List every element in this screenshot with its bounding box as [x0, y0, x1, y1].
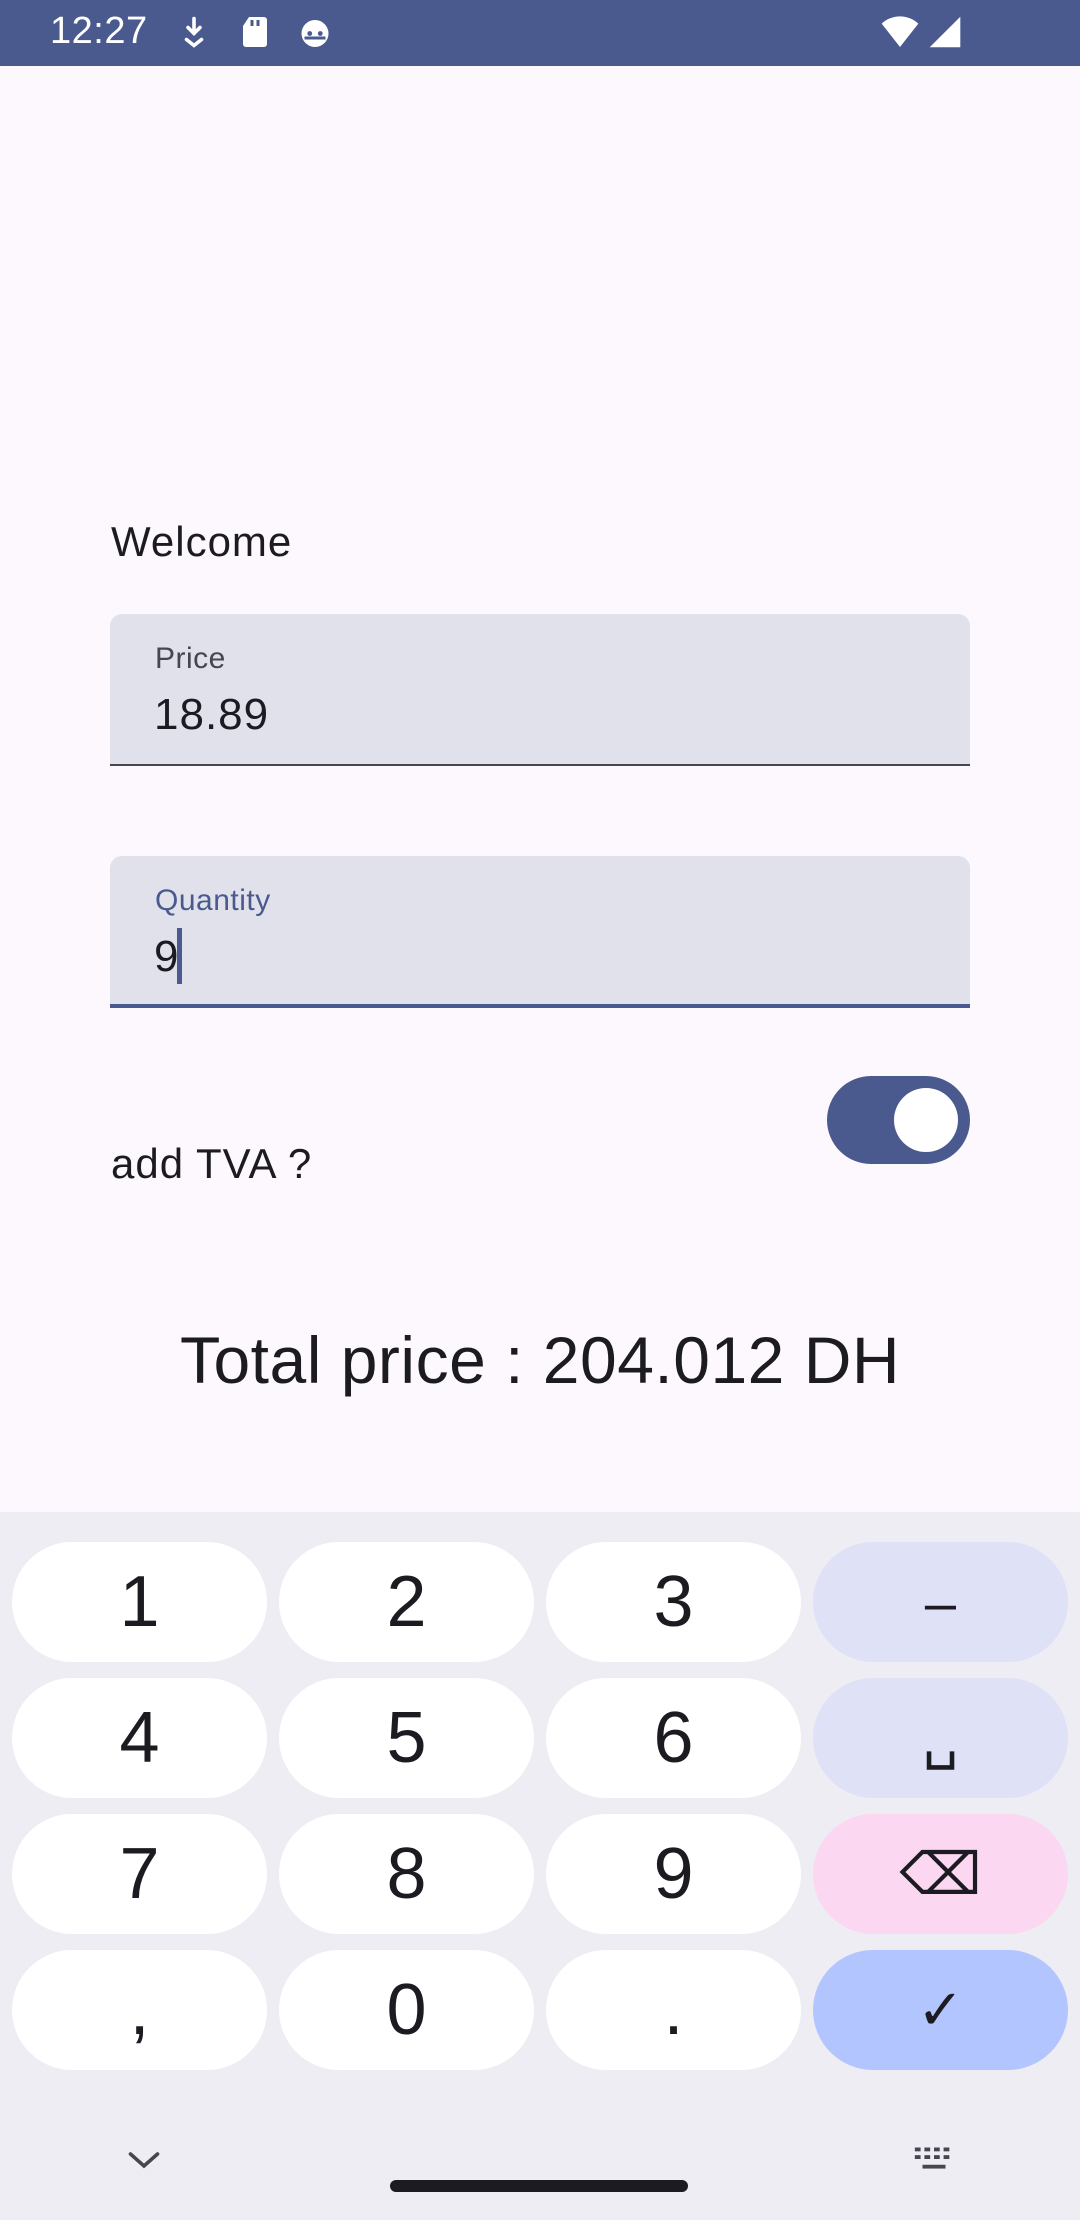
wifi-icon	[881, 16, 919, 47]
home-gesture-handle[interactable]	[390, 2180, 688, 2192]
key-6[interactable]: 6	[546, 1678, 801, 1798]
quantity-field[interactable]: Quantity	[110, 856, 970, 1008]
key-comma[interactable]: ,	[12, 1950, 267, 2070]
text-cursor	[177, 928, 182, 984]
keyboard-icon[interactable]	[911, 2142, 957, 2176]
android-face-icon	[301, 20, 329, 47]
key-9[interactable]: 9	[546, 1814, 801, 1934]
price-input[interactable]	[154, 690, 934, 740]
quantity-label: Quantity	[155, 884, 271, 917]
key-2[interactable]: 2	[279, 1542, 534, 1662]
download-icon	[184, 16, 204, 48]
sdcard-icon	[243, 17, 267, 47]
key-4[interactable]: 4	[12, 1678, 267, 1798]
status-bar: 12:27	[0, 0, 1080, 66]
key-done[interactable]: ✓	[813, 1950, 1068, 2070]
key-0[interactable]: 0	[279, 1950, 534, 2070]
key-5[interactable]: 5	[279, 1678, 534, 1798]
signal-icon	[929, 16, 961, 48]
tva-label: add TVA ?	[111, 1140, 313, 1187]
total-price: Total price : 204.012 DH	[179, 1323, 901, 1397]
numeric-keyboard: 1 2 3 – 4 5 6 ␣ 7 8 9 ⌫ , 0 . ✓	[0, 1512, 1080, 2220]
price-label: Price	[155, 642, 226, 675]
key-backspace[interactable]: ⌫	[813, 1814, 1068, 1934]
welcome-text: Welcome	[111, 518, 293, 565]
key-8[interactable]: 8	[279, 1814, 534, 1934]
status-time: 12:27	[50, 10, 148, 52]
key-space[interactable]: ␣	[813, 1678, 1068, 1798]
key-period[interactable]: .	[546, 1950, 801, 2070]
tva-toggle[interactable]	[827, 1076, 970, 1164]
price-field[interactable]: Price	[110, 614, 970, 766]
key-3[interactable]: 3	[546, 1542, 801, 1662]
key-1[interactable]: 1	[12, 1542, 267, 1662]
chevron-down-icon[interactable]	[126, 2146, 162, 2174]
key-minus[interactable]: –	[813, 1542, 1068, 1662]
toggle-knob	[894, 1088, 958, 1152]
key-7[interactable]: 7	[12, 1814, 267, 1934]
quantity-input[interactable]	[154, 932, 934, 982]
